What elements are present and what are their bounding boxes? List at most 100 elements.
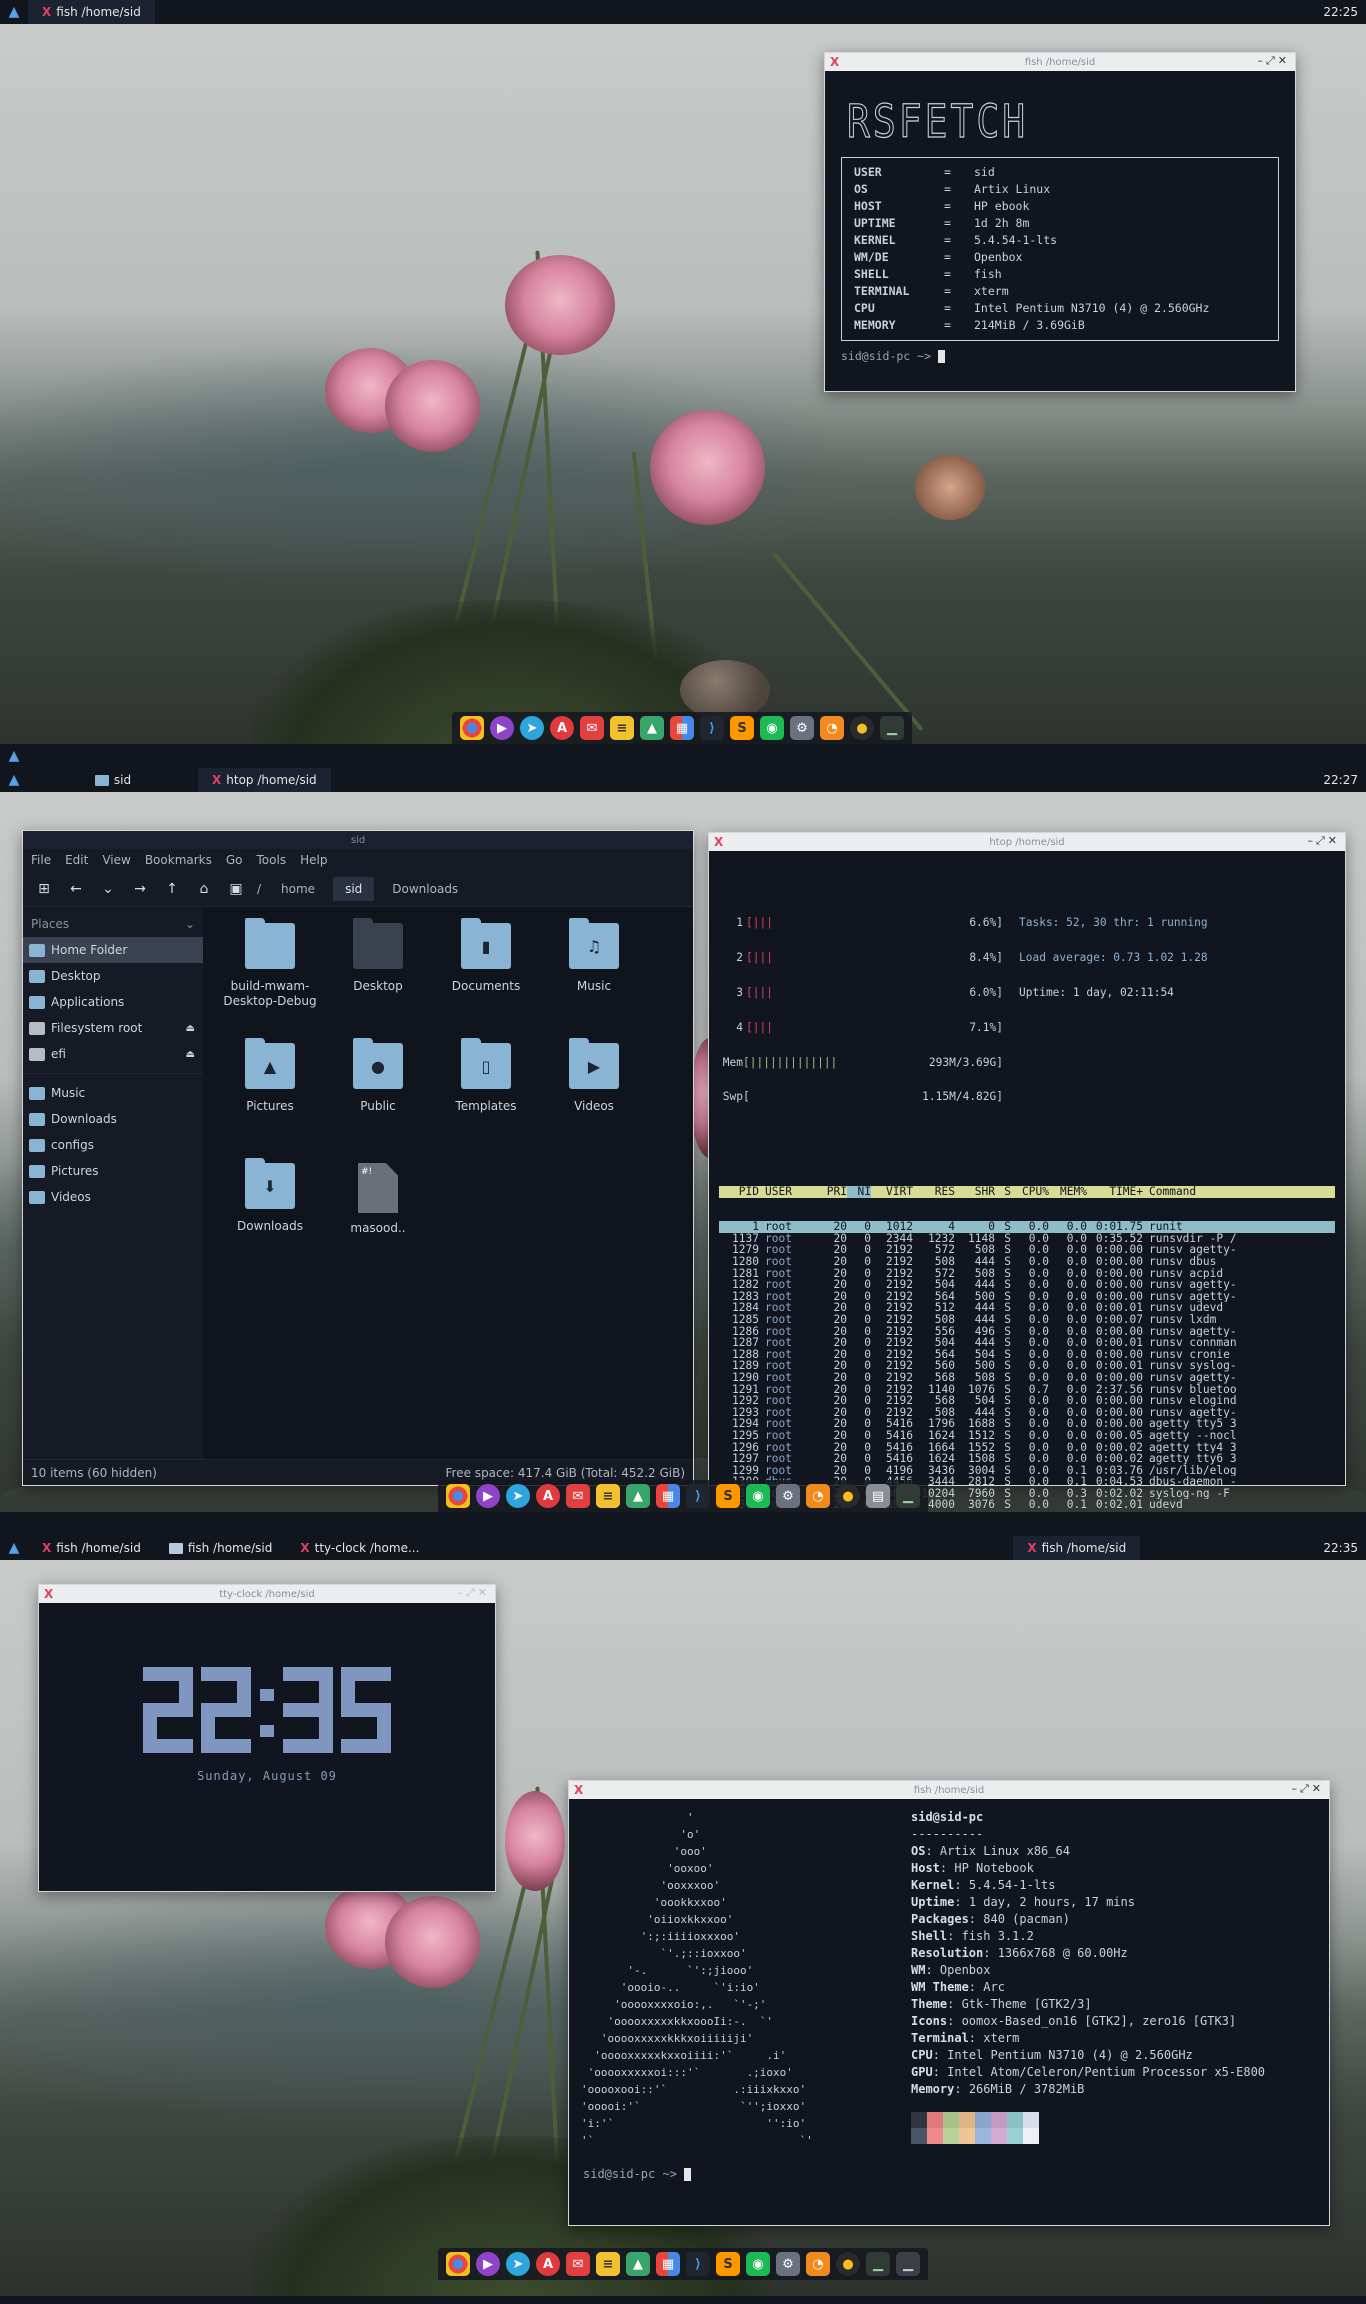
process-row[interactable]: 1289 root 20 0 2192 560 500 S 0.0 0.0 0:00.01 runsv… [719, 1360, 1335, 1372]
artix-menu-icon[interactable]: ▲ [0, 0, 28, 24]
chrome-icon[interactable] [460, 716, 484, 740]
shell-prompt[interactable]: sid@sid-pc ~> [569, 2149, 1329, 2199]
sidebar-item-configs[interactable]: configs [23, 1132, 203, 1158]
process-row[interactable]: 1288 root 20 0 2192 564 504 S 0.0 0.0 0:00.00 runsv… [719, 1349, 1335, 1361]
breadcrumb-root[interactable]: / [255, 877, 263, 901]
process-row[interactable]: 1293 root 20 0 2192 508 444 S 0.0 0.0 0:00.00 runsv… [719, 1407, 1335, 1419]
music-icon[interactable]: ● [850, 716, 874, 740]
music-icon[interactable]: ● [836, 1484, 860, 1508]
sidebar-header[interactable]: Places ⌄ [23, 911, 203, 937]
window-titlebar[interactable]: X fish /home/sid –⤢✕ [569, 1781, 1329, 1799]
music-icon[interactable]: ● [836, 2252, 860, 2276]
file-item[interactable]: ⬇ Downloads [217, 1158, 323, 1283]
shell-prompt[interactable]: sid@sid-pc ~> [841, 349, 1279, 363]
process-row[interactable]: 1292 root 20 0 2192 568 504 S 0.0 0.0 0:00.00 runsv… [719, 1395, 1335, 1407]
sidebar-item-applications[interactable]: Applications [23, 989, 203, 1015]
new-tab-icon[interactable]: ⊞ [31, 876, 57, 902]
mail-icon[interactable]: ✉ [566, 1484, 590, 1508]
window-titlebar[interactable]: X tty-clock /home/sid –⤢✕ [39, 1585, 495, 1603]
col-user[interactable]: USER [759, 1186, 817, 1198]
process-row[interactable]: 1137 root 20 0 2344 1232 1148 S 0.0 0.0 0:35.52 run… [719, 1233, 1335, 1245]
file-item[interactable]: build-mwam-Desktop-Debug [217, 918, 323, 1043]
col-cpu[interactable]: CPU% [1011, 1186, 1049, 1198]
file-item[interactable]: ▮ Documents [433, 918, 539, 1043]
window-titlebar[interactable]: X htop /home/sid –⤢✕ [709, 833, 1345, 851]
file-item[interactable]: ♫ Music [541, 918, 647, 1043]
forward-icon[interactable]: → [127, 876, 153, 902]
process-row[interactable]: 1291 root 20 0 2192 1140 1076 S 0.7 0.0 2:37.56 run… [719, 1383, 1335, 1396]
process-row[interactable]: 1286 root 20 0 2192 556 496 S 0.0 0.0 0:00.00 runsv… [719, 1325, 1335, 1338]
menu-view[interactable]: View [102, 853, 130, 867]
spotify-icon[interactable]: ◉ [760, 716, 784, 740]
process-row[interactable]: 1280 root 20 0 2192 508 444 S 0.0 0.0 0:00.00 runsv… [719, 1256, 1335, 1268]
sidebar-item-efi[interactable]: efi ⏏ [23, 1041, 203, 1067]
rss-icon[interactable]: ◔ [820, 716, 844, 740]
sublime-icon[interactable]: S [716, 1484, 740, 1508]
settings-icon[interactable]: ⚙ [776, 2252, 800, 2276]
process-row[interactable]: 1294 root 20 0 5416 1796 1688 S 0.0 0.0 0:00.00 age… [719, 1418, 1335, 1430]
breadcrumb-sid[interactable]: sid [333, 876, 375, 901]
window-controls[interactable]: –⤢✕ [457, 1586, 490, 1600]
chrome-icon[interactable] [446, 1484, 470, 1508]
image-viewer-icon[interactable]: ▲ [640, 716, 664, 740]
window-controls[interactable]: –⤢✕ [1257, 54, 1290, 68]
process-row[interactable]: 1297 root 20 0 5416 1624 1508 S 0.0 0.0 0:00.02 age… [719, 1453, 1335, 1465]
media-player-icon[interactable]: ▶ [476, 2252, 500, 2276]
col-command[interactable]: Command [1143, 1186, 1253, 1198]
acrobat-icon[interactable]: A [536, 1484, 560, 1508]
taskbar-item[interactable]: sid [28, 768, 198, 792]
telegram-icon[interactable]: ➤ [506, 2252, 530, 2276]
artix-menu-icon[interactable]: ▲ [0, 1536, 28, 1560]
telegram-icon[interactable]: ➤ [506, 1484, 530, 1508]
back-icon[interactable]: ← [63, 876, 89, 902]
app-store-icon[interactable]: ▦ [656, 2252, 680, 2276]
menu-tools[interactable]: Tools [257, 853, 287, 867]
file-manager-icon[interactable]: ▤ [866, 1484, 890, 1508]
image-viewer-icon[interactable]: ▲ [626, 1484, 650, 1508]
col-pri[interactable]: PRI [817, 1186, 847, 1198]
eject-icon[interactable]: ⏏ [186, 1023, 195, 1034]
col-shr[interactable]: SHR [955, 1186, 995, 1198]
sidebar-item-pictures[interactable]: Pictures [23, 1158, 203, 1184]
htop-terminal-window[interactable]: X htop /home/sid –⤢✕ 1 [||| 6.6%] 2 [||| 8.4… [708, 832, 1346, 1511]
window-controls[interactable]: –⤢✕ [1307, 834, 1340, 848]
artix-menu-icon[interactable]: ▲ [0, 744, 28, 768]
process-row[interactable]: 1295 root 20 0 5416 1624 1512 S 0.0 0.0 0:00.05 age… [719, 1430, 1335, 1442]
terminal-icon[interactable]: ▁ [866, 2252, 890, 2276]
menu-help[interactable]: Help [300, 853, 327, 867]
eject-icon[interactable]: ⏏ [186, 1049, 195, 1060]
sublime-icon[interactable]: S [730, 716, 754, 740]
file-item[interactable]: ▶ Videos [541, 1038, 647, 1163]
file-item[interactable]: Desktop [325, 918, 431, 1043]
acrobat-icon[interactable]: A [550, 716, 574, 740]
settings-icon[interactable]: ⚙ [790, 716, 814, 740]
window-titlebar[interactable]: sid [23, 831, 693, 849]
terminal-icon[interactable]: ▁ [896, 1484, 920, 1508]
window-titlebar[interactable]: X fish /home/sid –⤢✕ [825, 53, 1295, 71]
sidebar-item-filesystem[interactable]: Filesystem root ⏏ [23, 1015, 203, 1041]
sidebar-item-downloads[interactable]: Downloads [23, 1106, 203, 1132]
taskbar-item[interactable]: X fish /home/sid [1013, 1536, 1141, 1560]
acrobat-icon[interactable]: A [536, 2252, 560, 2276]
spotify-icon[interactable]: ◉ [746, 2252, 770, 2276]
process-row[interactable]: 1284 root 20 0 2192 512 444 S 0.0 0.0 0:00.01 runsv… [719, 1302, 1335, 1314]
process-row[interactable]: 1296 root 20 0 5416 1664 1552 S 0.0 0.0 0:00.02 age… [719, 1441, 1335, 1454]
history-dropdown-icon[interactable]: ⌄ [95, 876, 121, 902]
menu-edit[interactable]: Edit [65, 853, 88, 867]
sidebar-item-videos[interactable]: Videos [23, 1184, 203, 1210]
col-res[interactable]: RES [913, 1186, 955, 1198]
image-viewer-icon[interactable]: ▲ [626, 2252, 650, 2276]
sublime-icon[interactable]: S [716, 2252, 740, 2276]
breadcrumb-downloads[interactable]: Downloads [380, 877, 470, 901]
drive-icon[interactable]: ▣ [223, 876, 249, 902]
rss-icon[interactable]: ◔ [806, 2252, 830, 2276]
menu-bookmarks[interactable]: Bookmarks [145, 853, 212, 867]
process-row[interactable]: 1279 root 20 0 2192 572 508 S 0.0 0.0 0:00.00 runsv… [719, 1244, 1335, 1256]
col-virt[interactable]: VIRT [871, 1186, 913, 1198]
process-row[interactable]: 1290 root 20 0 2192 568 508 S 0.0 0.0 0:00.00 runsv… [719, 1372, 1335, 1384]
neofetch-terminal-window[interactable]: X fish /home/sid –⤢✕ ' 'o' 'ooo' 'ooxoo'… [568, 1780, 1330, 2226]
spotify-icon[interactable]: ◉ [746, 1484, 770, 1508]
taskbar-item[interactable]: X fish /home/sid [28, 1536, 155, 1560]
vscode-icon[interactable]: ⟩ [700, 716, 724, 740]
rsfetch-terminal-window[interactable]: X fish /home/sid –⤢✕ RSFETCH USER = sid OS… [824, 52, 1296, 392]
